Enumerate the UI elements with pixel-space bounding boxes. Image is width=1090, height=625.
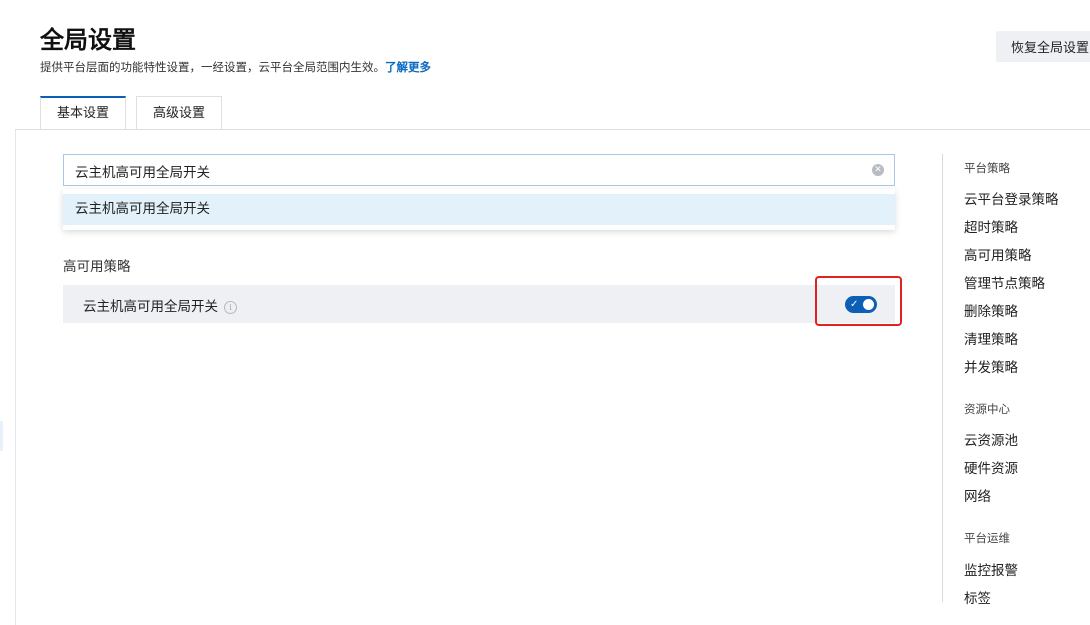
search-box: ✕ bbox=[63, 154, 895, 187]
nav-group-platform-policy: 平台策略 bbox=[964, 161, 1010, 175]
setting-label: 云主机高可用全局开关 i bbox=[83, 295, 237, 315]
nav-item-ha-policy[interactable]: 高可用策略 bbox=[964, 244, 1032, 264]
setting-row: 云主机高可用全局开关 i bbox=[63, 285, 895, 323]
search-input[interactable] bbox=[64, 155, 867, 187]
info-icon[interactable]: i bbox=[224, 301, 237, 314]
suggestion-item[interactable]: 云主机高可用全局开关 bbox=[63, 194, 895, 225]
tab-divider bbox=[15, 129, 1090, 130]
nav-group-platform-ops: 平台运维 bbox=[964, 531, 1010, 545]
nav-divider bbox=[942, 154, 943, 602]
nav-item-cleanup-policy[interactable]: 清理策略 bbox=[964, 328, 1018, 348]
nav-item-management-node-policy[interactable]: 管理节点策略 bbox=[964, 272, 1045, 292]
nav-item-monitoring-alerts[interactable]: 监控报警 bbox=[964, 559, 1018, 579]
left-scroll-indicator bbox=[0, 421, 3, 451]
nav-item-concurrency-policy[interactable]: 并发策略 bbox=[964, 356, 1018, 376]
learn-more-link[interactable]: 了解更多 bbox=[385, 60, 431, 74]
nav-item-hardware-resources[interactable]: 硬件资源 bbox=[964, 457, 1018, 477]
nav-item-timeout-policy[interactable]: 超时策略 bbox=[964, 216, 1018, 236]
section-title: 高可用策略 bbox=[63, 259, 131, 275]
tab-bar: 基本设置 高级设置 bbox=[40, 96, 232, 130]
restore-global-settings-button[interactable]: 恢复全局设置 bbox=[996, 31, 1090, 62]
nav-group-resource-center: 资源中心 bbox=[964, 402, 1010, 416]
nav-item-delete-policy[interactable]: 删除策略 bbox=[964, 300, 1018, 320]
left-divider bbox=[15, 130, 16, 625]
tab-basic-settings[interactable]: 基本设置 bbox=[40, 96, 127, 130]
search-suggestions: 云主机高可用全局开关 bbox=[63, 189, 895, 230]
nav-item-network[interactable]: 网络 bbox=[964, 485, 991, 505]
nav-item-cloud-resource-pool[interactable]: 云资源池 bbox=[964, 429, 1018, 449]
highlight-box bbox=[815, 276, 902, 326]
page-title: 全局设置 bbox=[40, 26, 136, 54]
page: 全局设置 提供平台层面的功能特性设置，一经设置，云平台全局范围内生效。了解更多 … bbox=[0, 0, 1090, 625]
clear-icon[interactable]: ✕ bbox=[872, 164, 884, 176]
setting-label-text: 云主机高可用全局开关 bbox=[83, 299, 218, 315]
nav-item-tags[interactable]: 标签 bbox=[964, 587, 991, 607]
tab-advanced-settings[interactable]: 高级设置 bbox=[136, 96, 223, 129]
description-text: 提供平台层面的功能特性设置，一经设置，云平台全局范围内生效。 bbox=[40, 60, 385, 74]
nav-item-login-policy[interactable]: 云平台登录策略 bbox=[964, 188, 1059, 208]
page-description: 提供平台层面的功能特性设置，一经设置，云平台全局范围内生效。了解更多 bbox=[40, 59, 431, 75]
